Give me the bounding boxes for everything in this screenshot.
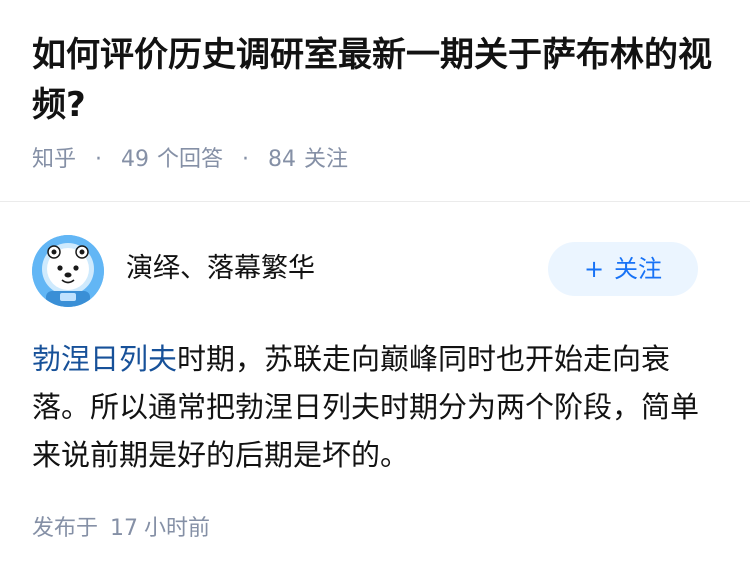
- topic-link[interactable]: 勃涅日列夫: [32, 342, 177, 376]
- publish-time: 发布于 17 小时前: [32, 513, 210, 545]
- section-divider: [0, 201, 750, 202]
- question-meta: 知乎 · 49 个回答 · 84 关注: [32, 144, 348, 176]
- publish-value: 17: [110, 516, 139, 541]
- follow-button-label: 关注: [614, 255, 663, 283]
- source-label[interactable]: 知乎: [32, 147, 76, 172]
- question-title[interactable]: 如何评价历史调研室最新一期关于萨布林的视频?: [32, 30, 722, 130]
- follower-count: 84: [268, 147, 297, 172]
- author-avatar[interactable]: [32, 235, 104, 307]
- follow-button[interactable]: + 关注: [548, 242, 698, 296]
- answer-count: 49: [121, 147, 150, 172]
- plus-icon: +: [583, 255, 605, 283]
- publish-unit: 小时前: [144, 516, 211, 541]
- publish-prefix: 发布于: [32, 516, 99, 541]
- author-name[interactable]: 演绎、落幕繁华: [126, 251, 315, 287]
- answer-content[interactable]: 勃涅日列夫时期，苏联走向巅峰同时也开始走向衰落。所以通常把勃涅日列夫时期分为两个…: [32, 335, 722, 479]
- meta-separator: ·: [242, 147, 250, 172]
- astronaut-bear-avatar-icon: [32, 235, 104, 307]
- meta-separator: ·: [95, 147, 103, 172]
- follower-count-unit: 关注: [304, 147, 349, 172]
- answer-count-unit: 个回答: [157, 147, 224, 172]
